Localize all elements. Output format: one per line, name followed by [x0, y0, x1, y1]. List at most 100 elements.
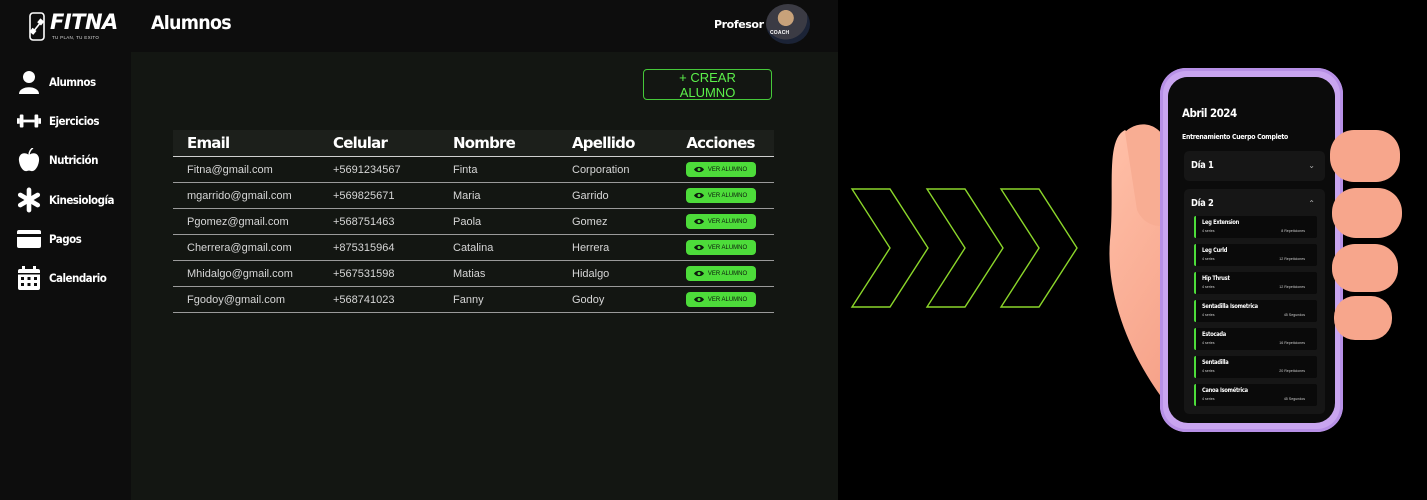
cell-surname: Godoy — [552, 286, 667, 313]
column-header-nombre[interactable]: Nombre — [433, 130, 552, 157]
table-header-row: Email Celular Nombre Apellido Acciones — [173, 130, 774, 157]
eye-icon — [693, 192, 704, 199]
column-header-celular[interactable]: Celular — [317, 130, 433, 157]
user-icon — [17, 70, 41, 94]
exercise-sets: 4 series — [1202, 313, 1215, 317]
sidebar-item-label: Pagos — [49, 232, 82, 246]
cell-actions: VER ALUMNO — [667, 234, 774, 261]
exercise-item[interactable]: Leg Curld 4 series 12 Repeticiones — [1194, 244, 1317, 266]
main-content: + CREAR ALUMNO Email Celular Nombre Apel… — [131, 52, 838, 500]
view-student-button[interactable]: VER ALUMNO — [685, 292, 756, 307]
cell-actions: VER ALUMNO — [667, 260, 774, 287]
logo-wordmark: FITNA — [50, 10, 118, 34]
avatar-caption: COACH — [770, 30, 790, 36]
sidebar-item-label: Kinesiología — [49, 193, 114, 207]
eye-icon — [693, 218, 704, 225]
exercise-sets: 4 series — [1202, 341, 1215, 345]
view-student-button[interactable]: VER ALUMNO — [685, 162, 756, 177]
exercise-name: Sentadilla Isometrica — [1202, 303, 1258, 310]
profile-role-label: Profesor — [714, 18, 764, 31]
table-row: Fitna@gmail.com +5691234567 Finta Corpor… — [173, 156, 774, 183]
table-row: mgarrido@gmail.com +569825671 Maria Garr… — [173, 182, 774, 209]
chevron-up-icon: ⌃ — [1308, 199, 1315, 208]
view-student-label: VER ALUMNO — [707, 218, 748, 225]
column-header-apellido[interactable]: Apellido — [552, 130, 667, 157]
view-student-label: VER ALUMNO — [707, 244, 748, 251]
column-header-email[interactable]: Email — [173, 130, 317, 157]
exercise-item[interactable]: Sentadilla 4 series 20 Repeticiones — [1194, 356, 1317, 378]
cell-name: Maria — [433, 182, 552, 209]
exercise-name: Leg Curld — [1202, 247, 1228, 254]
cell-actions: VER ALUMNO — [667, 182, 774, 209]
sidebar-item-nutricion[interactable]: Nutrición — [17, 147, 127, 173]
cell-actions: VER ALUMNO — [667, 286, 774, 313]
students-table: Email Celular Nombre Apellido Acciones F… — [173, 130, 774, 313]
cell-phone: +568751463 — [317, 208, 433, 235]
cell-email: Cherrera@gmail.com — [173, 234, 317, 261]
exercise-name: Hip Thrust — [1202, 275, 1230, 282]
phone-dumbbell-icon — [29, 12, 45, 41]
exercise-reps: 20 Repeticiones — [1279, 369, 1305, 373]
cell-email: Mhidalgo@gmail.com — [173, 260, 317, 287]
cell-surname: Hidalgo — [552, 260, 667, 287]
table-row: Cherrera@gmail.com +875315964 Catalina H… — [173, 234, 774, 261]
day-label: Día 1 — [1191, 160, 1214, 171]
cell-phone: +5691234567 — [317, 156, 433, 183]
phone-screen: Abril 2024 Entrenamiento Cuerpo Completo… — [1168, 77, 1335, 423]
cell-actions: VER ALUMNO — [667, 208, 774, 235]
chevron-arrows-graphic — [850, 188, 1078, 308]
exercise-reps: 8 Repeticiones — [1281, 229, 1305, 233]
exercise-sets: 4 series — [1202, 229, 1215, 233]
exercise-item[interactable]: Hip Thrust 4 series 12 Repeticiones — [1194, 272, 1317, 294]
view-student-button[interactable]: VER ALUMNO — [685, 240, 756, 255]
cell-phone: +567531598 — [317, 260, 433, 287]
hand-fingers-illustration — [1330, 130, 1402, 340]
sidebar-item-calendario[interactable]: Calendario — [17, 265, 127, 291]
cell-email: Fitna@gmail.com — [173, 156, 317, 183]
exercise-item[interactable]: Estocada 4 series 16 Repeticiones — [1194, 328, 1317, 350]
exercise-item[interactable]: Canoa Isométrica 4 series 45 Segundos — [1194, 384, 1317, 406]
sidebar-item-ejercicios[interactable]: Ejercicios — [17, 108, 127, 134]
exercise-name: Leg Extension — [1202, 219, 1240, 226]
phone-mockup: Abril 2024 Entrenamiento Cuerpo Completo… — [1160, 68, 1343, 432]
calendar-icon — [17, 266, 41, 290]
cell-email: mgarrido@gmail.com — [173, 182, 317, 209]
logo-tagline: TU PLAN, TU EXITO — [52, 35, 100, 40]
exercise-item[interactable]: Leg Extension 4 series 8 Repeticiones — [1194, 216, 1317, 238]
fitna-logo[interactable]: FITNA TU PLAN, TU EXITO — [28, 10, 118, 44]
create-student-button[interactable]: + CREAR ALUMNO — [643, 69, 772, 100]
calendar-month-title: Abril 2024 — [1182, 106, 1237, 120]
cell-phone: +875315964 — [317, 234, 433, 261]
exercise-sets: 4 series — [1202, 285, 1215, 289]
cell-email: Fgodoy@gmail.com — [173, 286, 317, 313]
cell-surname: Gomez — [552, 208, 667, 235]
cell-email: Pgomez@gmail.com — [173, 208, 317, 235]
cell-surname: Corporation — [552, 156, 667, 183]
sidebar-item-alumnos[interactable]: Alumnos — [17, 69, 127, 95]
column-header-acciones: Acciones — [667, 130, 774, 157]
view-student-button[interactable]: VER ALUMNO — [685, 214, 756, 229]
cell-phone: +569825671 — [317, 182, 433, 209]
avatar[interactable]: COACH — [766, 4, 810, 44]
table-row: Fgodoy@gmail.com +568741023 Fanny Godoy … — [173, 286, 774, 313]
view-student-label: VER ALUMNO — [707, 166, 748, 173]
view-student-button[interactable]: VER ALUMNO — [685, 266, 756, 281]
day-label: Día 2 — [1191, 198, 1214, 209]
sidebar-item-kinesiologia[interactable]: Kinesiología — [17, 187, 127, 213]
chevron-down-icon: ⌄ — [1308, 161, 1315, 170]
apple-icon — [17, 148, 41, 172]
view-student-button[interactable]: VER ALUMNO — [685, 188, 756, 203]
exercise-reps: 12 Repeticiones — [1279, 285, 1305, 289]
cell-phone: +568741023 — [317, 286, 433, 313]
exercise-reps: 12 Repeticiones — [1279, 257, 1305, 261]
sidebar-item-pagos[interactable]: Pagos — [17, 226, 127, 252]
day-accordion-1[interactable]: Día 1 ⌄ — [1184, 151, 1325, 181]
training-plan-title: Entrenamiento Cuerpo Completo — [1182, 133, 1289, 141]
page-title: Alumnos — [151, 12, 232, 34]
phone-status-bar — [1168, 77, 1335, 97]
cell-name: Paola — [433, 208, 552, 235]
chevron-right-icon — [850, 188, 929, 308]
cell-actions: VER ALUMNO — [667, 156, 774, 183]
exercise-item[interactable]: Sentadilla Isometrica 4 series 45 Segund… — [1194, 300, 1317, 322]
table-row: Pgomez@gmail.com +568751463 Paola Gomez … — [173, 208, 774, 235]
